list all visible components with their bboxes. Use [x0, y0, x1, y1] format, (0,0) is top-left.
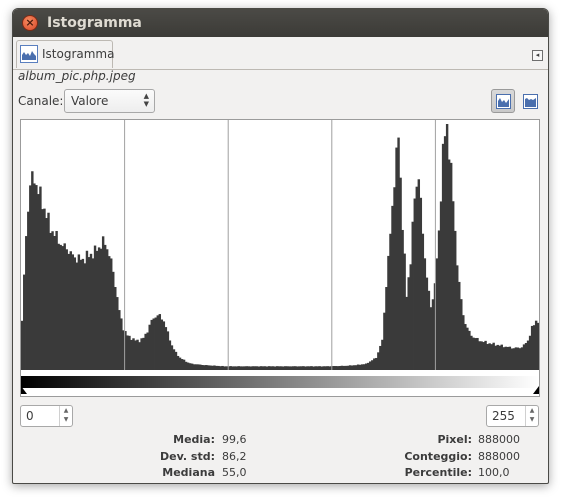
- spin-arrows-icon[interactable]: ▲ ▼: [525, 406, 538, 426]
- histogram-view[interactable]: [20, 119, 540, 397]
- dock-tab-bar: Istogramma: [13, 37, 548, 70]
- histogram-bar: [536, 322, 539, 370]
- stat-stddev-value: 86,2: [222, 450, 247, 463]
- linear-histogram-icon: [496, 94, 511, 109]
- range-high-input[interactable]: 255 ▲ ▼: [486, 405, 539, 427]
- log-histogram-button[interactable]: [518, 89, 542, 113]
- stat-count-value: 888000: [478, 450, 520, 463]
- high-range-handle[interactable]: [533, 386, 539, 394]
- spin-arrows-icon[interactable]: ▲ ▼: [59, 406, 72, 426]
- close-button[interactable]: ×: [22, 15, 38, 31]
- value-gradient-bar: [21, 376, 539, 388]
- stat-percentile-label: Percentile:: [404, 466, 472, 479]
- select-arrows-icon: ▲ ▼: [143, 92, 149, 108]
- channel-select[interactable]: Valore ▲ ▼: [64, 89, 155, 113]
- title-bar: × Istogramma: [13, 9, 548, 37]
- histogram-icon: [20, 45, 38, 63]
- log-histogram-icon: [523, 94, 538, 109]
- range-low-value: 0: [26, 409, 34, 423]
- image-name: album_pic.php.jpeg: [18, 69, 136, 83]
- stat-count-label: Conteggio:: [404, 450, 472, 463]
- stat-stddev-label: Dev. std:: [160, 450, 215, 463]
- histogram-chart: [21, 120, 539, 370]
- stat-pixels-label: Pixel:: [437, 433, 472, 446]
- channel-value: Valore: [71, 94, 109, 108]
- stat-median-label: Mediana: [162, 466, 215, 479]
- tab-histogram[interactable]: Istogramma: [16, 40, 115, 68]
- stat-percentile-value: 100,0: [478, 466, 510, 479]
- stat-median-value: 55,0: [222, 466, 247, 479]
- range-high-value: 255: [492, 409, 515, 423]
- stat-mean-label: Media:: [173, 433, 215, 446]
- close-icon: ×: [25, 16, 35, 29]
- tab-label: Istogramma: [42, 47, 115, 61]
- linear-histogram-button[interactable]: [491, 89, 515, 113]
- tab-menu-icon[interactable]: ◂: [532, 50, 543, 61]
- window-title: Istogramma: [47, 15, 142, 31]
- range-low-input[interactable]: 0 ▲ ▼: [20, 405, 73, 427]
- histogram-dialog: × Istogramma Istogramma ◂ album_pic.php.…: [12, 8, 549, 484]
- stat-pixels-value: 888000: [478, 433, 520, 446]
- channel-label: Canale:: [18, 94, 64, 108]
- stat-mean-value: 99,6: [222, 433, 247, 446]
- low-range-handle[interactable]: [21, 386, 27, 394]
